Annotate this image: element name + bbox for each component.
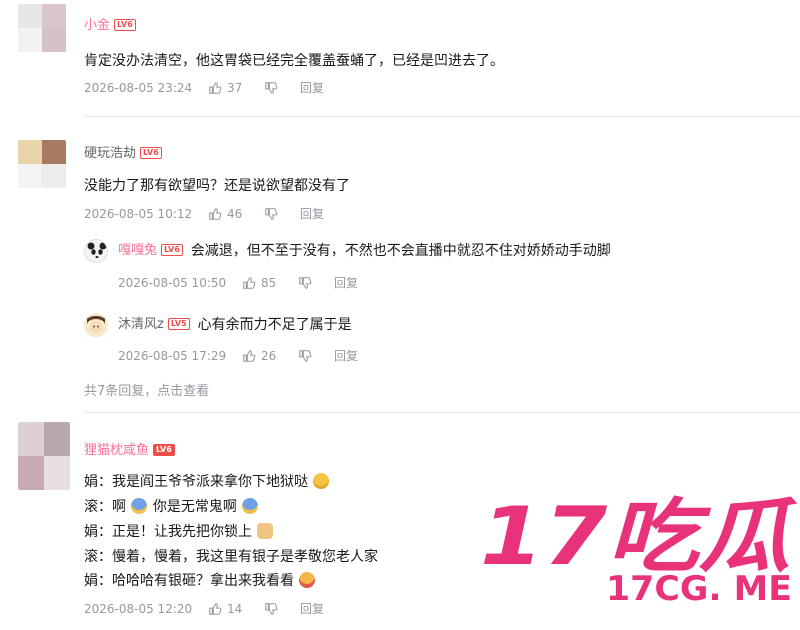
dislike-button[interactable] <box>298 349 334 363</box>
comment-text: 肯定没办法清空，他这胃袋已经完全覆盖蚕蛹了，已经是凹进去了。 <box>84 53 504 69</box>
thumbs-down-icon <box>265 603 278 615</box>
reply-button[interactable]: 回复 <box>300 80 324 96</box>
reply-button[interactable]: 回复 <box>334 348 358 364</box>
thumbs-up-icon <box>243 350 256 362</box>
divider <box>84 116 800 117</box>
avatar[interactable] <box>18 422 70 490</box>
reply-button[interactable]: 回复 <box>300 206 324 222</box>
dialogue-line: 娟：我是阎王爷爷派来拿你下地狱哒 <box>84 473 330 491</box>
cartoon-face-icon <box>84 313 108 337</box>
like-count: 85 <box>261 276 277 290</box>
like-button[interactable]: 37 <box>208 80 264 96</box>
timestamp: 2026-08-05 17:29 <box>118 349 227 363</box>
dislike-button[interactable] <box>264 602 300 616</box>
timestamp: 2026-08-05 23:24 <box>84 81 193 95</box>
thumbs-down-icon <box>299 277 312 289</box>
scream-emoji-icon <box>242 498 259 514</box>
money-eyes-emoji-icon <box>299 572 316 588</box>
timestamp: 2026-08-05 10:50 <box>118 276 227 290</box>
level-badge: LV5 <box>167 318 190 330</box>
avatar[interactable] <box>18 140 66 188</box>
dislike-button[interactable] <box>264 207 300 221</box>
level-badge: LV6 <box>114 19 136 31</box>
thumbs-down-icon <box>265 82 278 94</box>
like-count: 26 <box>261 349 277 363</box>
scream-emoji-icon <box>131 498 148 514</box>
thumbs-down-icon <box>265 208 278 220</box>
dislike-button[interactable] <box>298 276 334 290</box>
username[interactable]: 小金 LV6 <box>84 18 136 34</box>
view-more-replies-link[interactable]: 共7条回复，点击查看 <box>84 380 209 399</box>
reply-text: 会减退，但不至于没有，不然也不会直播中就忍不住对娇娇动手动脚 <box>190 243 611 259</box>
reply-meta: 2026-08-05 10:50 85 回复 <box>118 275 358 291</box>
comment-meta: 2026-08-05 12:20 14 回复 <box>84 601 324 617</box>
reply-text: 心有余而力不足了属于是 <box>197 317 352 333</box>
dialogue-line: 娟：哈哈哈有银砸？拿出来我看看 <box>84 572 316 590</box>
username[interactable]: 狸猫枕咸鱼 LV6 <box>84 443 175 459</box>
reply-avatar[interactable] <box>84 313 108 337</box>
reply-line: 沐清风z LV5 心有余而力不足了属于是 <box>118 316 352 334</box>
level-badge: LV6 <box>161 244 183 256</box>
watermark-logo: 17吃瓜 17CG. ME <box>478 486 799 616</box>
reply-button[interactable]: 回复 <box>300 601 324 617</box>
like-button[interactable]: 46 <box>208 206 264 222</box>
comment-meta: 2026-08-05 23:24 37 回复 <box>84 80 324 96</box>
like-count: 46 <box>227 207 243 221</box>
reply-button[interactable]: 回复 <box>334 275 358 291</box>
watermark-logo-art: 17吃瓜 17CG. ME <box>479 489 799 609</box>
avatar[interactable] <box>18 4 66 52</box>
reply-meta: 2026-08-05 17:29 26 回复 <box>118 348 358 364</box>
reply-username[interactable]: 沐清风z LV5 <box>118 316 190 334</box>
thumbs-up-icon <box>243 277 256 289</box>
username[interactable]: 硬玩浩劫 LV6 <box>84 146 162 162</box>
thumbs-up-icon <box>209 82 222 94</box>
level-badge: LV6 <box>140 147 162 159</box>
dialogue-line: 娟：正是！让我先把你锁上 <box>84 523 274 541</box>
reply-line: 嘎嘎兔 LV6 会减退，但不至于没有，不然也不会直播中就忍不住对娇娇动手动脚 <box>118 242 611 260</box>
thumbs-up-icon <box>209 208 222 220</box>
watermark-small-text: 17CG. ME <box>606 569 792 609</box>
reply-username[interactable]: 嘎嘎兔 LV6 <box>118 242 183 260</box>
sunglasses-emoji-icon <box>313 473 330 489</box>
timestamp: 2026-08-05 12:20 <box>84 602 193 616</box>
like-count: 14 <box>227 602 243 616</box>
like-button[interactable]: 85 <box>242 275 298 291</box>
timestamp: 2026-08-05 10:12 <box>84 207 193 221</box>
panda-icon <box>86 241 107 262</box>
comment-text: 没能力了那有欲望吗？还是说欲望都没有了 <box>84 178 350 194</box>
thumbs-down-icon <box>299 350 312 362</box>
level-badge: LV6 <box>153 444 175 456</box>
dialogue-line: 滚：啊 你是无常鬼啊 <box>84 498 259 516</box>
dialogue-line: 滚：慢着，慢着，我这里有银子是孝敬您老人家 <box>84 549 378 565</box>
comment-meta: 2026-08-05 10:12 46 回复 <box>84 206 324 222</box>
like-count: 37 <box>227 81 243 95</box>
thumbs-up-icon <box>209 603 222 615</box>
dislike-button[interactable] <box>264 81 300 95</box>
like-button[interactable]: 14 <box>208 601 264 617</box>
like-button[interactable]: 26 <box>242 348 298 364</box>
reply-avatar[interactable] <box>84 239 108 263</box>
doge-emoji-icon <box>257 523 274 539</box>
divider <box>84 412 800 413</box>
